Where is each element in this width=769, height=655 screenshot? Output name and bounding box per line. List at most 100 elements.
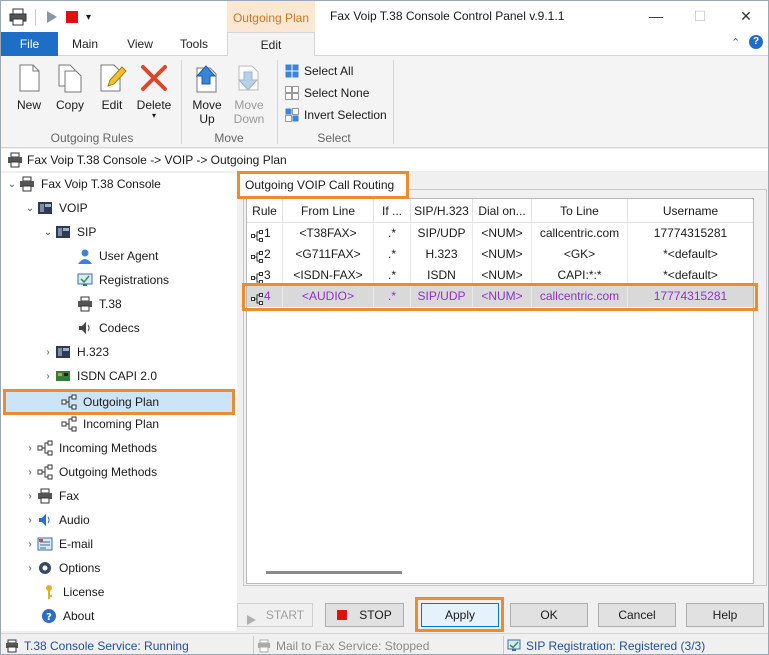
tree-item-incoming-plan[interactable]: Incoming Plan: [61, 413, 159, 435]
chevron-right-icon[interactable]: ›: [41, 341, 55, 363]
move-up-button[interactable]: Move Up: [187, 62, 227, 126]
column-header-rule[interactable]: Rule: [247, 199, 283, 223]
dropdown-arrow-icon[interactable]: ▾: [86, 12, 91, 23]
select-all-icon: [285, 64, 299, 78]
ribbon-divider: [277, 60, 278, 144]
tab-view[interactable]: View: [121, 32, 159, 56]
help-icon[interactable]: ?: [749, 35, 763, 49]
tree-item-h323[interactable]: › H.323: [41, 341, 109, 363]
user-agent-icon: [77, 248, 93, 264]
select-none-button[interactable]: Select None: [285, 84, 369, 102]
tree-item-user-agent[interactable]: User Agent: [77, 245, 158, 267]
tree-item-root[interactable]: ⌄ Fax Voip T.38 Console: [5, 173, 161, 195]
collapse-ribbon-icon[interactable]: ⌃: [731, 36, 740, 49]
stop-button[interactable]: STOP: [325, 603, 404, 627]
codecs-speaker-icon: [77, 320, 93, 336]
table-row[interactable]: 1 <T38FAX> .* SIP/UDP <NUM> callcentric.…: [247, 223, 753, 244]
stop-icon[interactable]: [66, 11, 78, 23]
chevron-right-icon[interactable]: ›: [23, 461, 37, 483]
select-none-icon: [285, 86, 299, 100]
start-play-icon: [246, 610, 256, 625]
delete-dropdown-icon[interactable]: ▾: [134, 112, 174, 120]
tree-item-sip[interactable]: ⌄ SIP: [41, 221, 97, 243]
group-label-outgoing-rules: Outgoing Rules: [50, 131, 134, 145]
chevron-down-icon[interactable]: ⌄: [23, 197, 37, 219]
new-button[interactable]: New: [9, 62, 49, 112]
tree-item-email[interactable]: › E-mail: [23, 533, 93, 555]
tree-item-isdn[interactable]: › ISDN CAPI 2.0: [41, 365, 157, 387]
invert-selection-icon: [285, 108, 299, 122]
column-header-from-line[interactable]: From Line: [283, 199, 374, 223]
tree-item-outgoing-methods[interactable]: › Outgoing Methods: [23, 461, 157, 483]
table-row[interactable]: 2 <G711FAX> .* H.323 <NUM> <GK> *<defaul…: [247, 244, 753, 265]
tab-file[interactable]: File: [1, 32, 58, 56]
tab-main[interactable]: Main: [65, 32, 105, 56]
status-sip-registration: SIP Registration: Registered (3/3): [507, 637, 705, 654]
app-printer-icon[interactable]: [9, 8, 27, 26]
sip-phone-icon: [55, 224, 71, 240]
tree-item-outgoing-plan[interactable]: Outgoing Plan: [61, 391, 159, 413]
ribbon-edit: New Copy Edit Delete ▾ Outgoing Rules Mo…: [1, 56, 768, 148]
status-t38-service: T.38 Console Service: Running: [5, 637, 189, 654]
routing-group-title: Outgoing VOIP Call Routing: [237, 171, 409, 199]
rule-icon: [251, 270, 263, 284]
column-header-dial-on[interactable]: Dial on...: [473, 199, 532, 223]
play-icon[interactable]: [44, 10, 58, 24]
column-header-if[interactable]: If ...: [374, 199, 411, 223]
column-header-to-line[interactable]: To Line: [532, 199, 628, 223]
close-icon[interactable]: ✕: [731, 5, 761, 27]
chevron-right-icon[interactable]: ›: [23, 485, 37, 507]
tree-item-license[interactable]: License: [41, 581, 104, 603]
chevron-right-icon[interactable]: ›: [23, 557, 37, 579]
minimize-icon[interactable]: —: [641, 5, 671, 27]
chevron-down-icon[interactable]: ⌄: [41, 221, 55, 243]
tree-item-incoming-methods[interactable]: › Incoming Methods: [23, 437, 157, 459]
apply-button[interactable]: Apply: [421, 603, 499, 627]
audio-speaker-icon: [37, 512, 53, 528]
delete-button[interactable]: Delete ▾: [134, 62, 174, 120]
rule-icon: [251, 249, 263, 263]
tree-item-voip[interactable]: ⌄ VOIP: [23, 197, 88, 219]
tab-edit[interactable]: Edit: [227, 32, 315, 57]
column-header-sip-h323[interactable]: SIP/H.323: [411, 199, 473, 223]
tree-item-about[interactable]: ? About: [41, 605, 94, 627]
tree-item-audio[interactable]: › Audio: [23, 509, 89, 531]
outgoing-methods-icon: [37, 464, 53, 480]
chevron-right-icon[interactable]: ›: [23, 533, 37, 555]
ribbon-divider: [393, 60, 394, 144]
tree-item-fax[interactable]: › Fax: [23, 485, 79, 507]
ok-button[interactable]: OK: [510, 603, 588, 627]
chevron-right-icon[interactable]: ›: [41, 365, 55, 387]
move-down-button[interactable]: Move Down: [229, 62, 269, 126]
chevron-right-icon[interactable]: ›: [23, 509, 37, 531]
move-down-icon: [233, 62, 265, 94]
tree-item-options[interactable]: › Options: [23, 557, 100, 579]
chevron-down-icon[interactable]: ⌄: [5, 173, 19, 195]
options-gear-icon: [37, 560, 53, 576]
column-header-username[interactable]: Username: [628, 199, 753, 223]
t38-fax-icon: [77, 296, 93, 312]
tree-item-registrations[interactable]: Registrations: [77, 269, 169, 291]
title-bar: ▾ Outgoing Plan Fax Voip T.38 Console Co…: [1, 1, 768, 32]
select-all-button[interactable]: Select All: [285, 62, 353, 80]
tab-tools[interactable]: Tools: [173, 32, 215, 56]
cancel-button[interactable]: Cancel: [598, 603, 676, 627]
edit-button[interactable]: Edit: [92, 62, 132, 112]
tree-item-codecs[interactable]: Codecs: [77, 317, 140, 339]
copy-icon: [54, 62, 86, 94]
maximize-icon[interactable]: ☐: [685, 5, 715, 27]
scrollbar-thumb[interactable]: [266, 571, 402, 574]
voip-phone-icon: [37, 200, 53, 216]
tree-item-t38[interactable]: T.38: [77, 293, 122, 315]
chevron-right-icon[interactable]: ›: [23, 437, 37, 459]
invert-selection-button[interactable]: Invert Selection: [285, 106, 387, 124]
mail-service-icon: [257, 639, 271, 653]
delete-x-icon: [138, 62, 170, 94]
status-divider: [503, 636, 504, 654]
start-button[interactable]: START: [237, 603, 313, 627]
incoming-plan-icon: [61, 416, 77, 432]
horizontal-scrollbar[interactable]: [248, 568, 752, 577]
routing-grid[interactable]: Rule From Line If ... SIP/H.323 Dial on.…: [246, 198, 754, 584]
copy-button[interactable]: Copy: [50, 62, 90, 112]
help-button[interactable]: Help: [686, 603, 764, 627]
